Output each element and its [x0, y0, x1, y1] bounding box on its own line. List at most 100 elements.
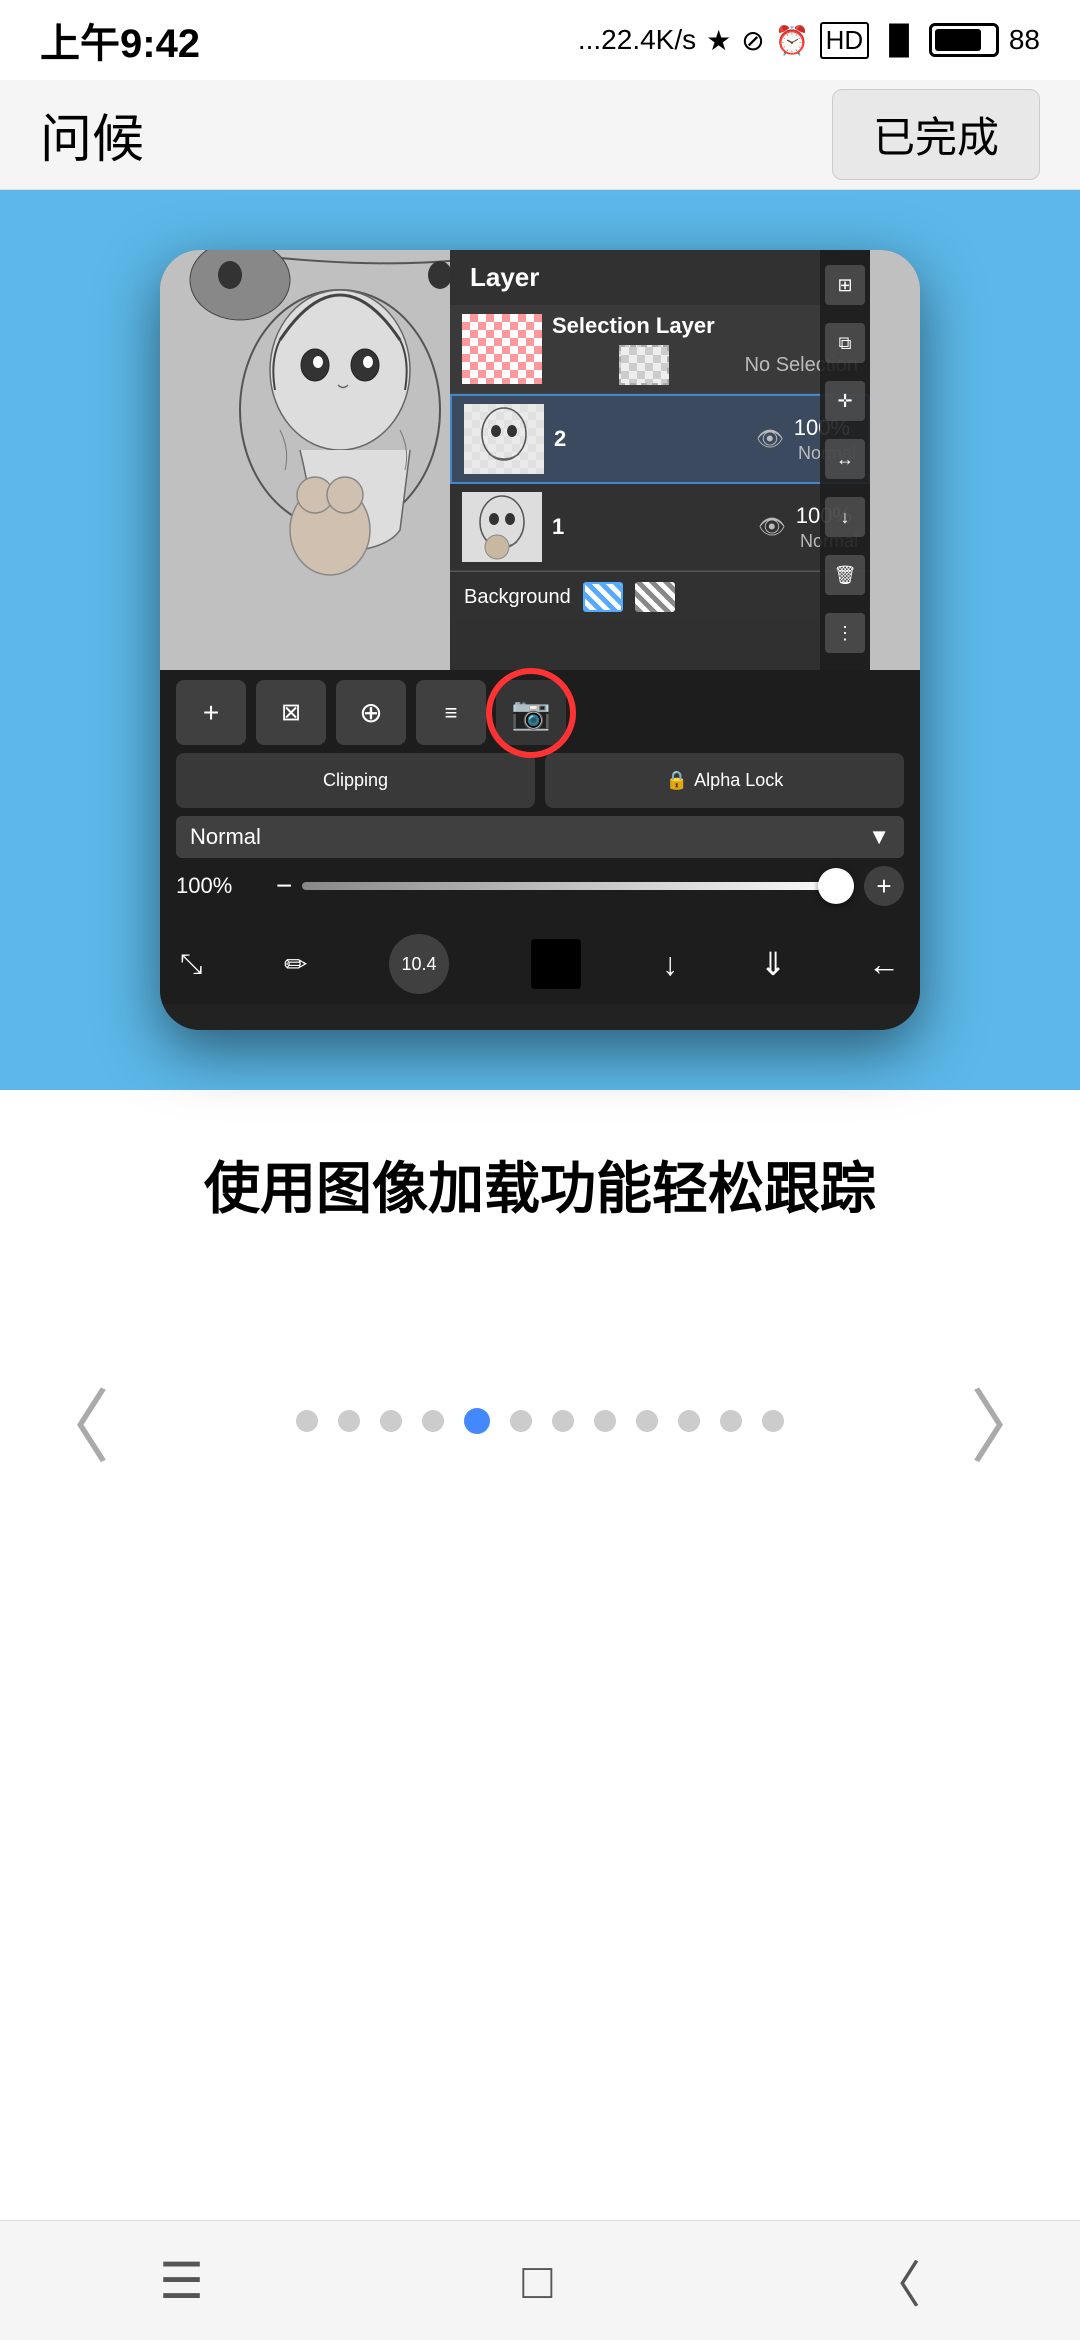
dot-2[interactable] [338, 1410, 360, 1432]
clipping-button[interactable]: Clipping [176, 753, 535, 808]
brush-size-indicator[interactable]: 10.4 [389, 934, 449, 994]
network-status: ...22.4K/s [578, 24, 696, 56]
selection-layer-info: Selection Layer No Selection [552, 313, 858, 385]
layer-panel: Layer Selection Layer [450, 250, 870, 670]
clipping-label: Clipping [323, 770, 388, 791]
dot-10[interactable] [678, 1410, 700, 1432]
layer-1-thumb [462, 492, 542, 562]
add-group-button[interactable]: ⊕ [336, 680, 406, 745]
battery-fill [935, 29, 981, 51]
selection-layer-item[interactable]: Selection Layer No Selection [450, 305, 870, 394]
down-icon[interactable]: ↓ [825, 497, 865, 537]
battery-icon [929, 23, 999, 57]
move-icon[interactable]: ✛ [825, 381, 865, 421]
double-down-icon[interactable]: ⇓ [760, 945, 787, 983]
selection-layer-thumb [462, 314, 542, 384]
bg-blue-checker [583, 582, 623, 612]
bottom-controls: + ⊠ ⊕ ≡ 📷 [160, 670, 920, 924]
dot-8[interactable] [594, 1410, 616, 1432]
layer-panel-side-icons: ⊞ ⧉ ✛ ↔ ↓ 🗑 ⋮ [820, 250, 870, 670]
camera-highlight-ring [486, 668, 576, 758]
back-nav-icon[interactable]: 〈 [871, 2245, 921, 2317]
canvas-area: Layer Selection Layer [160, 250, 920, 670]
flip-icon[interactable]: ↔ [825, 439, 865, 479]
checkerboard-icon[interactable]: ⊞ [825, 265, 865, 305]
alpha-lock-button[interactable]: 🔒 Alpha Lock [545, 753, 904, 808]
clipping-row: Clipping 🔒 Alpha Lock [176, 753, 904, 808]
plus-button[interactable]: + [864, 866, 904, 906]
done-button[interactable]: 已完成 [832, 89, 1040, 180]
mute-icon: ⊘ [741, 24, 764, 57]
merge-icon: ⊠ [281, 698, 301, 727]
caption-area: 使用图像加载功能轻松跟踪 [0, 1090, 1080, 1268]
phone-mockup: Layer Selection Layer [160, 250, 920, 1030]
bg-grey-checker [635, 582, 675, 612]
blend-mode-value: Normal [190, 824, 261, 850]
main-content: Layer Selection Layer [0, 190, 1080, 1474]
blend-mode-row: Normal ▼ [176, 816, 904, 858]
merge-layer-button[interactable]: ⊠ [256, 680, 326, 745]
minus-icon[interactable]: − [276, 870, 292, 902]
status-bar: 上午9:42 ...22.4K/s ★ ⊘ ⏰ HD ▐▌ 88 [0, 0, 1080, 80]
transform-icon[interactable]: ⤡ [180, 948, 202, 981]
copy-icon[interactable]: ⧉ [825, 323, 865, 363]
opacity-percent-label: 100% [176, 873, 266, 899]
layer-2-visibility-icon[interactable]: 👁 [756, 426, 784, 452]
add-icon: + [203, 697, 219, 729]
phone-bottom-toolbar: ⤡ ✏ 10.4 ↓ ⇓ ← [160, 924, 920, 1004]
opacity-row: 100% − + [176, 858, 904, 914]
status-icons: ...22.4K/s ★ ⊘ ⏰ HD ▐▌ 88 [578, 22, 1040, 59]
next-button[interactable]: 〉 [970, 1363, 1050, 1479]
opacity-slider[interactable] [302, 882, 854, 890]
download-icon[interactable]: ↓ [662, 946, 678, 983]
dot-1[interactable] [296, 1410, 318, 1432]
layer-1-info: 1 [552, 514, 748, 540]
brush-size-value: 10.4 [401, 954, 436, 975]
pagination-area: 〈 〉 [0, 1368, 1080, 1474]
brush-tool-icon[interactable]: ✏ [284, 948, 307, 981]
background-layer[interactable]: Background [450, 571, 870, 622]
dot-5-active[interactable] [464, 1408, 490, 1434]
home-nav-icon[interactable]: □ [522, 2252, 552, 2310]
dot-7[interactable] [552, 1410, 574, 1432]
flatten-button[interactable]: ≡ [416, 680, 486, 745]
layer-list: Selection Layer No Selection [450, 305, 870, 670]
bluetooth-icon: ★ [706, 24, 731, 57]
dot-12[interactable] [762, 1410, 784, 1432]
layer-panel-header: Layer [450, 250, 870, 305]
layer-2-item[interactable]: 2 👁 100% Normal [450, 394, 870, 484]
dot-4[interactable] [422, 1410, 444, 1432]
pagination-dots [296, 1408, 784, 1434]
prev-button[interactable]: 〈 [30, 1363, 110, 1479]
back-arrow-icon[interactable]: ← [868, 946, 900, 983]
layer-1-visibility-icon[interactable]: 👁 [758, 514, 786, 540]
status-time: 上午9:42 [40, 11, 200, 69]
layer-1-item[interactable]: 1 👁 100% Normal [450, 484, 870, 571]
layer-2-name: 2 [554, 426, 746, 452]
android-nav-bar: ☰ □ 〈 [0, 2220, 1080, 2340]
layer-2-info: 2 [554, 426, 746, 452]
signal-icon: ▐▌ [879, 24, 919, 56]
dot-3[interactable] [380, 1410, 402, 1432]
add-layer-button[interactable]: + [176, 680, 246, 745]
no-selection-thumb [619, 345, 669, 385]
camera-button[interactable]: 📷 [496, 680, 566, 745]
dropdown-arrow-icon: ▼ [868, 824, 890, 850]
tools-row: + ⊠ ⊕ ≡ 📷 [176, 680, 904, 745]
more-icon[interactable]: ⋮ [825, 613, 865, 653]
menu-nav-icon[interactable]: ☰ [159, 2252, 204, 2310]
caption-text: 使用图像加载功能轻松跟踪 [80, 1150, 1000, 1228]
dot-9[interactable] [636, 1410, 658, 1432]
background-label: Background [464, 586, 571, 609]
header: 问候 已完成 [0, 80, 1080, 190]
blend-mode-dropdown[interactable]: Normal ▼ [176, 816, 904, 858]
opacity-slider-thumb[interactable] [818, 868, 854, 904]
selection-layer-name: Selection Layer [552, 313, 858, 339]
dot-11[interactable] [720, 1410, 742, 1432]
layer-2-thumb [464, 404, 544, 474]
screenshot-container: Layer Selection Layer [0, 190, 1080, 1090]
header-title: 问候 [40, 97, 144, 172]
delete-icon[interactable]: 🗑 [825, 555, 865, 595]
dot-6[interactable] [510, 1410, 532, 1432]
color-swatch[interactable] [531, 939, 581, 989]
